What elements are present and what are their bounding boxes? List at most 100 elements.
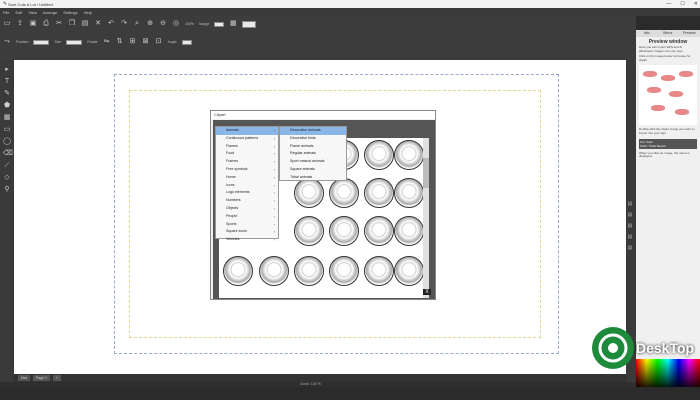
clipart-thumbnail[interactable] <box>364 256 394 286</box>
clipart-thumbnail[interactable] <box>394 140 424 170</box>
submenu-item-regular-animals[interactable]: Regular animals <box>280 150 346 158</box>
cut-icon[interactable]: ✂ <box>55 20 63 28</box>
horizontal-scrollbar[interactable]: Mat Page 1 + <box>14 374 626 382</box>
layer-icon[interactable]: ▤ <box>626 211 634 219</box>
flip-v-icon[interactable]: ⇅ <box>116 38 124 46</box>
submenu-item-decorative-animals[interactable]: Decorative animals <box>280 127 346 135</box>
submenu-item-decorative-birds[interactable]: Decorative birds <box>280 135 346 143</box>
clipart-thumbnail[interactable] <box>294 216 324 246</box>
select-tool-icon[interactable]: ▸ <box>3 66 11 74</box>
menu-item-logo-elements[interactable]: Logo elements › <box>216 189 278 197</box>
clipart-thumbnail[interactable] <box>364 216 394 246</box>
clipart-thumbnail[interactable] <box>394 216 424 246</box>
shape-tool-icon[interactable]: ⬟ <box>3 102 11 110</box>
node-edit-icon[interactable]: ⤳ <box>3 38 11 46</box>
clipart-thumbnail[interactable] <box>364 178 394 208</box>
clipart-thumbnail[interactable] <box>329 256 359 286</box>
angle-input[interactable] <box>181 39 192 45</box>
save-icon[interactable]: ▣ <box>29 20 37 28</box>
menu-item-animals[interactable]: Animals › <box>216 127 278 135</box>
clipart-thumbnail[interactable] <box>329 216 359 246</box>
clipart-thumbnail[interactable] <box>364 140 394 170</box>
submenu-item-sport-mascot-animals[interactable]: Sport mascot animals <box>280 158 346 166</box>
submenu-item-tribal-animals[interactable]: Tribal animals <box>280 174 346 182</box>
minimize-button[interactable]: — <box>666 1 671 7</box>
pen-tool-icon[interactable]: ✎ <box>3 90 11 98</box>
zoom-out-icon[interactable]: ⊖ <box>159 20 167 28</box>
copy-icon[interactable]: ❐ <box>68 20 76 28</box>
list-item[interactable]: GRO: Tribal Sketch <box>640 144 696 148</box>
group-icon[interactable]: ⊡ <box>155 38 163 46</box>
node-tool-icon[interactable]: ◇ <box>3 174 11 182</box>
clipart-thumbnail[interactable] <box>394 178 424 208</box>
redo-icon[interactable]: ↷ <box>120 20 128 28</box>
menu-item-objects[interactable]: Objects › <box>216 205 278 213</box>
clipart-thumbnail[interactable] <box>294 256 324 286</box>
paste-icon[interactable]: ▤ <box>81 20 89 28</box>
layer-icon[interactable]: ▤ <box>626 244 634 252</box>
tab-page-1[interactable]: Page 1 <box>32 375 50 381</box>
menu-item-continuous-patterns[interactable]: Continuous patterns › <box>216 135 278 143</box>
preview-icon[interactable]: ▦ <box>229 20 237 28</box>
layer-icon[interactable]: ▤ <box>626 200 634 208</box>
menu-item-sports[interactable]: Sports › <box>216 221 278 229</box>
ellipse-tool-icon[interactable]: ◯ <box>3 138 11 146</box>
menu-view[interactable]: View <box>28 10 37 15</box>
knife-tool-icon[interactable]: ⟋ <box>3 162 11 170</box>
menu-item-square-icons[interactable]: Square icons › <box>216 228 278 236</box>
nudge-input[interactable] <box>214 21 225 27</box>
menu-item-people[interactable]: People › <box>216 213 278 221</box>
eraser-tool-icon[interactable]: ⌫ <box>3 150 13 158</box>
maximize-button[interactable]: ☐ <box>680 1 684 7</box>
zoom-in-icon[interactable]: ⊕ <box>146 20 154 28</box>
menu-item-flames[interactable]: Flames › <box>216 143 278 151</box>
clipart-thumbnail[interactable] <box>394 256 424 286</box>
tab-mat[interactable]: Mat <box>18 375 30 381</box>
clipart-thumbnail[interactable] <box>294 178 324 208</box>
add-page-button[interactable]: + <box>52 375 61 381</box>
menu-edit[interactable]: Edit <box>15 10 22 15</box>
close-button[interactable]: ✕ <box>694 1 698 7</box>
menu-item-free-symbols[interactable]: Free symbols › <box>216 166 278 174</box>
rectangle-tool-icon[interactable]: ▭ <box>3 126 11 134</box>
grid-scroll-thumb[interactable] <box>423 158 429 188</box>
align-icon[interactable]: ⊞ <box>129 38 137 46</box>
menu-file[interactable]: File <box>3 10 9 15</box>
menu-arrange[interactable]: Arrange <box>43 10 57 15</box>
flip-h-icon[interactable]: ⇋ <box>103 38 111 46</box>
upload-icon[interactable]: ⇪ <box>16 20 24 28</box>
size-w-input[interactable] <box>66 39 83 45</box>
clipart-tool-icon[interactable]: ▦ <box>3 114 11 122</box>
clipart-thumbnail[interactable] <box>223 256 253 286</box>
color-swatch[interactable] <box>242 20 257 28</box>
undo-icon[interactable]: ↶ <box>107 20 115 28</box>
text-tool-icon[interactable]: T <box>3 78 11 86</box>
submenu-item-flame-animals[interactable]: Flame animals <box>280 143 346 151</box>
layer-icon[interactable]: ▤ <box>626 233 634 241</box>
menu-settings[interactable]: Settings <box>63 10 77 15</box>
menu-item-icons[interactable]: Icons › <box>216 182 278 190</box>
zoom-actual-icon[interactable]: ◎ <box>172 20 180 28</box>
delete-icon[interactable]: ✕ <box>94 20 102 28</box>
zoom-fit-icon[interactable]: ⌕ <box>133 20 141 28</box>
clipart-thumbnail[interactable] <box>259 256 289 286</box>
menu-item-numbers[interactable]: Numbers › <box>216 197 278 205</box>
color-picker[interactable] <box>636 359 700 387</box>
clipart-list[interactable]: GO: Swirl GRO: Tribal Sketch <box>639 138 697 149</box>
position-x-input[interactable] <box>33 39 50 45</box>
menu-item-vehicles[interactable]: Vehicles › <box>216 236 278 244</box>
menu-help[interactable]: Help <box>84 10 92 15</box>
print-icon[interactable]: ⎙ <box>42 20 50 28</box>
new-file-icon[interactable]: ▭ <box>3 20 11 28</box>
menu-item-food[interactable]: Food › <box>216 150 278 158</box>
submenu-item-square-animals[interactable]: Square animals <box>280 166 346 174</box>
menu-item-home[interactable]: Home › <box>216 174 278 182</box>
eyedropper-tool-icon[interactable]: ⚲ <box>3 186 11 194</box>
menu-item-frames[interactable]: Frames › <box>216 158 278 166</box>
tab-info[interactable]: Info <box>636 30 657 37</box>
tab-mirror[interactable]: Mirror <box>657 30 678 37</box>
layer-icon[interactable]: ▤ <box>626 222 634 230</box>
weld-icon[interactable]: ⊠ <box>142 38 150 46</box>
tab-preview[interactable]: Preview <box>679 30 700 37</box>
clipart-thumbnail[interactable] <box>329 178 359 208</box>
